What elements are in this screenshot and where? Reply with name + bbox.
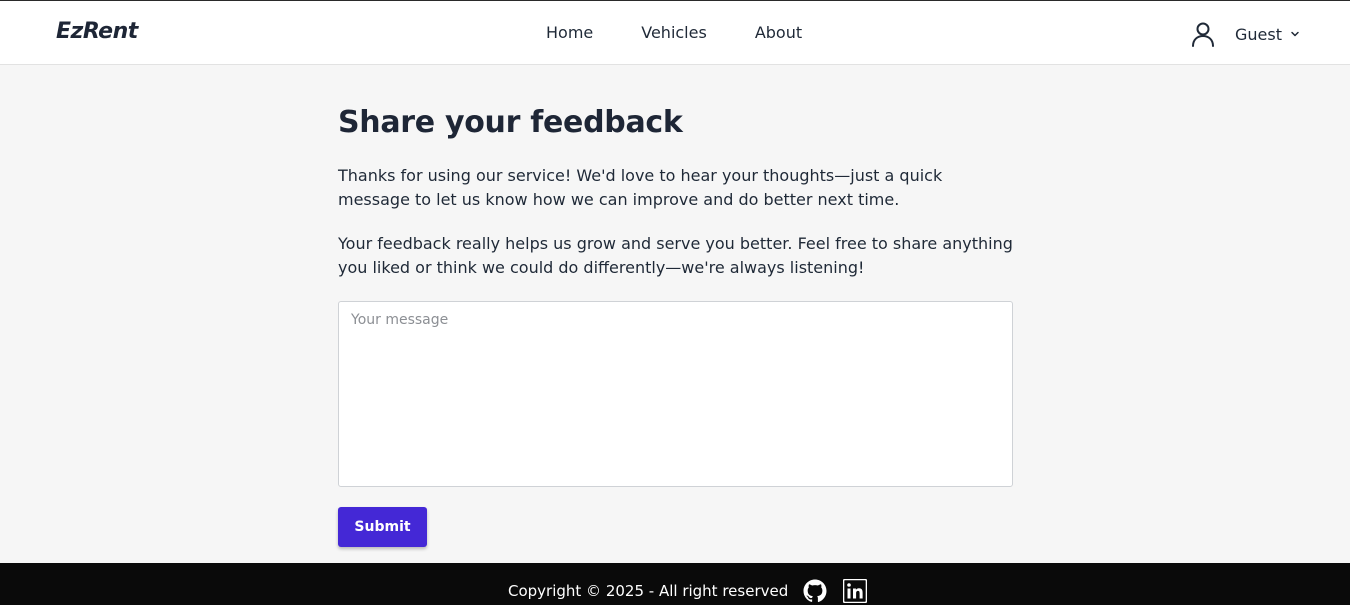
github-icon[interactable] bbox=[803, 579, 827, 603]
nav-link-vehicles[interactable]: Vehicles bbox=[641, 22, 707, 44]
user-icon bbox=[1192, 22, 1214, 47]
brand-logo[interactable]: EzRent bbox=[56, 19, 138, 44]
intro-paragraph: Thanks for using our service! We'd love … bbox=[338, 166, 943, 209]
page-title: Share your feedback bbox=[338, 105, 683, 140]
secondary-paragraph: Your feedback really helps us grow and s… bbox=[338, 234, 1013, 277]
linkedin-icon[interactable] bbox=[843, 579, 868, 603]
message-textarea[interactable] bbox=[338, 301, 1013, 487]
user-menu-label: Guest bbox=[1235, 24, 1282, 44]
submit-button[interactable]: Submit bbox=[338, 507, 427, 547]
chevron-down-icon bbox=[1291, 31, 1299, 37]
navbar: EzRent Home Vehicles About Guest bbox=[0, 0, 1350, 65]
nav-link-home[interactable]: Home bbox=[546, 22, 593, 44]
page: EzRent Home Vehicles About Guest Share y… bbox=[0, 0, 1350, 605]
user-menu[interactable]: Guest bbox=[1191, 20, 1300, 48]
main-nav: Home Vehicles About bbox=[546, 22, 850, 44]
footer: Copyright © 2025 - All right reserved bbox=[0, 563, 1350, 605]
footer-content: Copyright © 2025 - All right reserved bbox=[508, 579, 868, 603]
nav-link-about[interactable]: About bbox=[755, 22, 802, 44]
feedback-section: Share your feedback Thanks for using our… bbox=[338, 100, 1014, 547]
copyright-text: Copyright © 2025 - All right reserved bbox=[508, 582, 789, 600]
